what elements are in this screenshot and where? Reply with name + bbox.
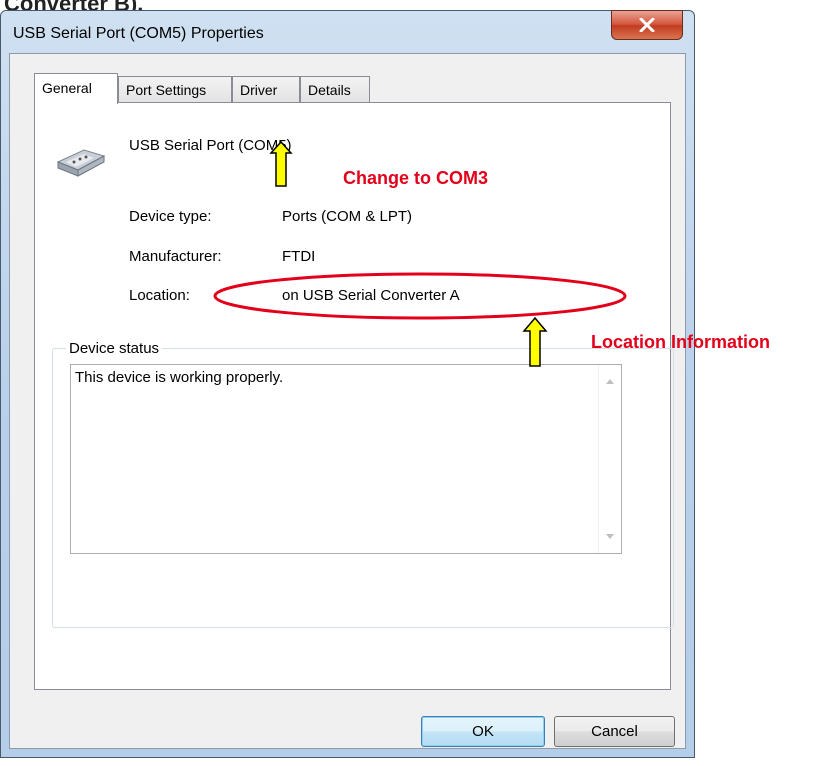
tab-label: General — [42, 80, 92, 96]
up-arrow-icon — [269, 140, 293, 187]
up-arrow-icon — [522, 316, 548, 367]
com-change-annotation: Change to COM3 — [343, 168, 489, 188]
location-highlight-ellipse — [213, 272, 627, 320]
location-info-annotation: Location Information — [591, 332, 770, 352]
tab-general[interactable]: General — [34, 73, 118, 104]
annotation-overlay — [213, 140, 627, 367]
